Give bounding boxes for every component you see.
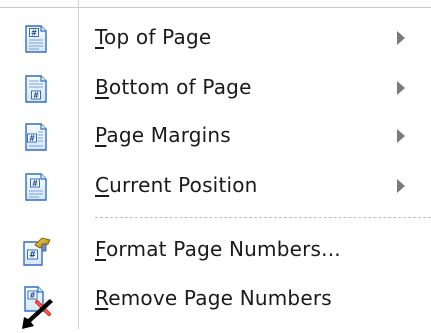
menu-item-label: Top of Page (95, 25, 212, 49)
menu-item-label: Format Page Numbers... (95, 237, 341, 261)
menu-item-top-of-page[interactable]: # Top of Page (0, 15, 431, 61)
svg-text:#: # (29, 134, 35, 143)
format-page-numbers-icon: # (20, 235, 52, 267)
menu-item-page-margins[interactable]: # Page Margins (0, 113, 431, 159)
menu-item-bottom-of-page[interactable]: # Bottom of Page (0, 65, 431, 111)
page-number-bottom-icon: # (20, 73, 52, 105)
submenu-arrow-icon (397, 129, 405, 143)
svg-text:#: # (32, 179, 38, 188)
menu-item-format-page-numbers[interactable]: # Format Page Numbers... (0, 227, 431, 273)
submenu-arrow-icon (397, 179, 405, 193)
menu-item-current-position[interactable]: # Current Position (0, 163, 431, 209)
menu-top-border (0, 7, 431, 8)
pointer-arrow-icon (20, 297, 54, 329)
submenu-arrow-icon (397, 81, 405, 95)
current-position-icon: # (20, 171, 52, 203)
menu-item-remove-page-numbers[interactable]: # Remove Page Numbers (0, 276, 431, 322)
menu-item-label: Bottom of Page (95, 75, 252, 99)
menu-item-label: Page Margins (95, 123, 231, 147)
page-margins-icon: # (20, 121, 52, 153)
submenu-arrow-icon (397, 31, 405, 45)
svg-text:#: # (31, 29, 37, 38)
page-numbers-dropdown-menu: # Top of Page # Bottom of Page # Page Ma… (0, 0, 431, 329)
page-number-top-icon: # (20, 23, 52, 55)
svg-text:#: # (29, 251, 36, 261)
menu-separator (95, 217, 431, 218)
svg-text:#: # (33, 91, 39, 100)
menu-item-label: Current Position (95, 173, 258, 197)
menu-item-label: Remove Page Numbers (95, 286, 332, 310)
